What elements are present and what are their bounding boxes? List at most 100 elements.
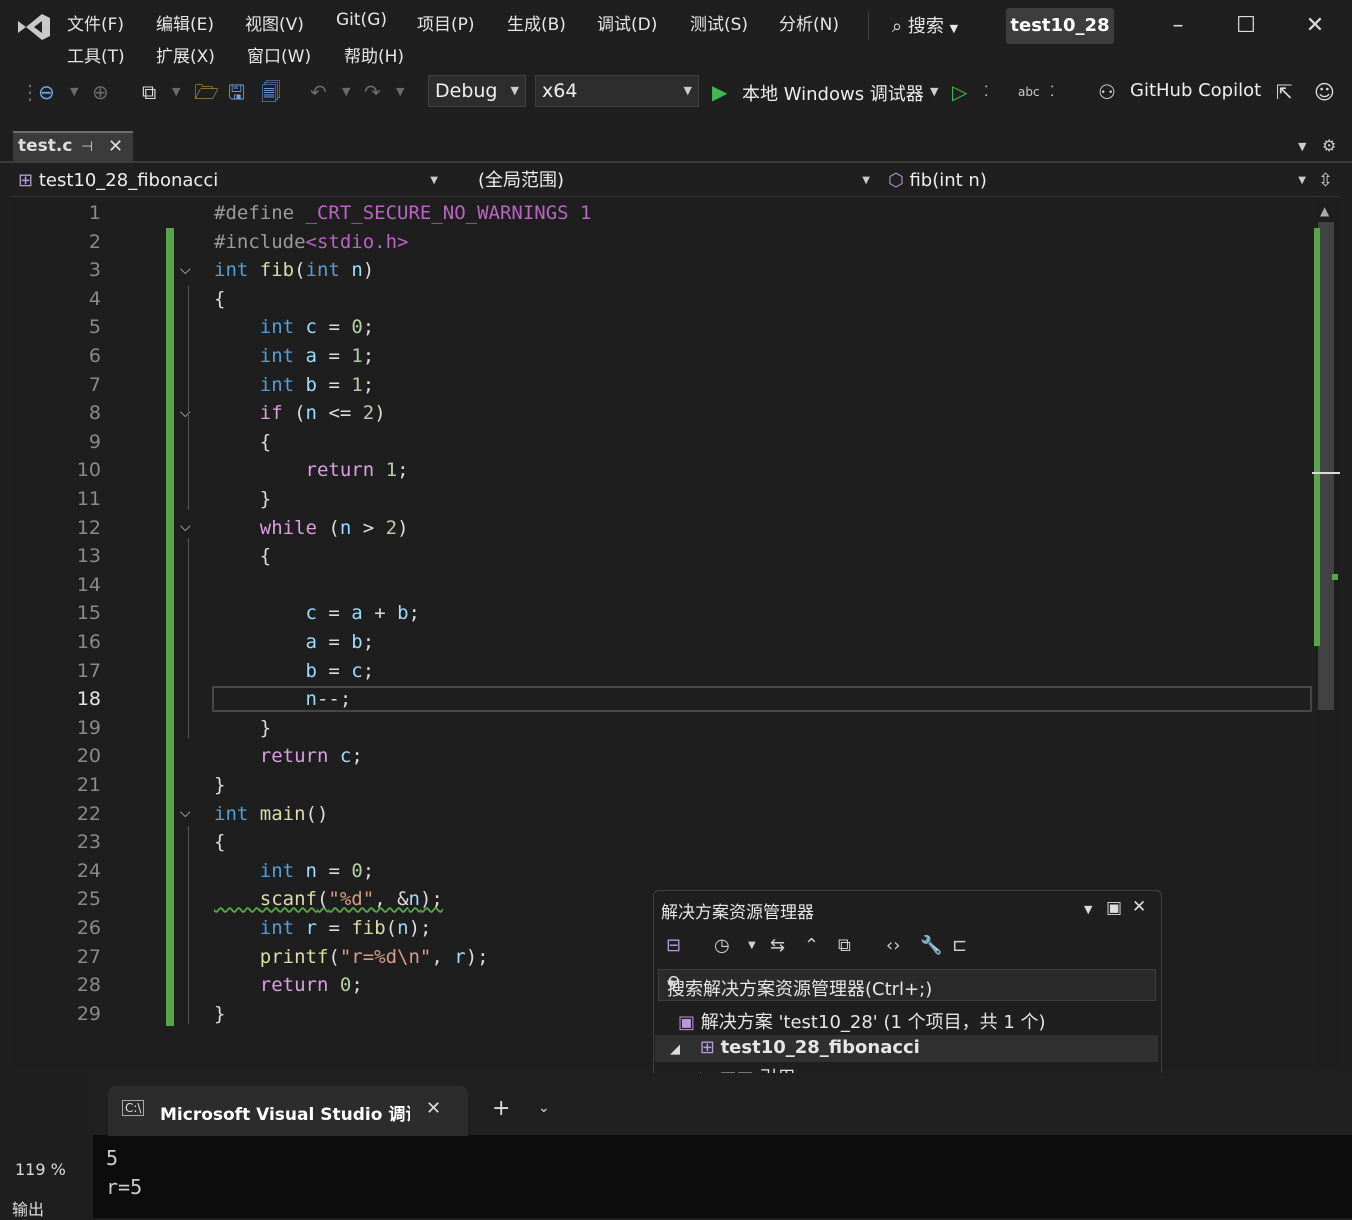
menu-file[interactable]: 文件(F): [67, 10, 124, 35]
chevron-down-icon[interactable]: ▼: [1298, 140, 1306, 153]
share-icon[interactable]: ⇱: [1276, 80, 1293, 104]
start-without-debugging-icon[interactable]: ▷: [952, 80, 967, 104]
project-tree-item[interactable]: ◢ ⊞ test10_28_fibonacci: [670, 1037, 920, 1058]
split-editor-icon[interactable]: ⇳: [1318, 170, 1333, 191]
chevron-down-icon[interactable]: ▼: [1084, 903, 1092, 916]
redo-icon[interactable]: ↷: [364, 80, 381, 104]
platform-dropdown[interactable]: x64 ▼: [535, 75, 699, 107]
properties-icon[interactable]: 🔧: [920, 935, 942, 956]
navigate-forward-icon[interactable]: ⊕: [92, 80, 109, 104]
view-code-icon[interactable]: ‹›: [886, 935, 900, 956]
solution-explorer-search-input[interactable]: 搜索解决方案资源管理器(Ctrl+;) ⚲ ▼: [658, 969, 1156, 1001]
fold-collapse-icon[interactable]: ⌵: [180, 805, 196, 821]
code-line[interactable]: return 1;: [214, 459, 409, 481]
code-line[interactable]: return 0;: [214, 974, 363, 996]
pin-icon[interactable]: ⊣: [81, 139, 93, 155]
open-folder-icon[interactable]: 🗁: [194, 80, 219, 104]
code-line[interactable]: int r = fib(n);: [214, 917, 432, 939]
chevron-down-icon[interactable]: ▼: [70, 80, 78, 104]
code-line[interactable]: printf("r=%d\n", r);: [214, 946, 489, 968]
menu-project[interactable]: 项目(P): [417, 10, 475, 35]
code-line[interactable]: }: [214, 774, 225, 796]
code-line[interactable]: b = c;: [214, 660, 375, 682]
code-line[interactable]: return c;: [214, 745, 363, 767]
chevron-down-icon[interactable]: ▼: [396, 80, 404, 104]
menu-window[interactable]: 窗口(W): [247, 42, 311, 67]
chevron-down-icon[interactable]: ▼: [930, 80, 938, 104]
code-line[interactable]: }: [214, 1003, 225, 1025]
menu-tools[interactable]: 工具(T): [67, 42, 125, 67]
sync-icon[interactable]: ⇆: [770, 935, 785, 956]
terminal-tab[interactable]: C:\ Microsoft Visual Studio 调试控 ✕: [108, 1086, 468, 1136]
menu-test[interactable]: 测试(S): [690, 10, 748, 35]
menu-git[interactable]: Git(G): [336, 10, 387, 30]
run-debugger-button[interactable]: 本地 Windows 调试器: [742, 80, 924, 106]
close-icon[interactable]: ✕: [108, 136, 123, 157]
close-icon[interactable]: ✕: [1132, 897, 1146, 917]
code-line[interactable]: {: [214, 431, 271, 453]
zoom-level-dropdown[interactable]: 119 %: [12, 1158, 92, 1184]
code-line[interactable]: #define _CRT_SECURE_NO_WARNINGS 1: [214, 202, 592, 224]
chevron-down-icon[interactable]: ▼: [667, 979, 1147, 990]
step-icon[interactable]: ⁚: [984, 80, 988, 104]
chevron-down-icon[interactable]: ⌄: [538, 1100, 550, 1116]
feedback-icon[interactable]: ☺: [1314, 80, 1335, 104]
references-tree-item[interactable]: ▷ □□ 引用: [700, 1064, 795, 1073]
code-line[interactable]: {: [214, 831, 225, 853]
copilot-icon[interactable]: ⚇: [1098, 80, 1116, 104]
fold-collapse-icon[interactable]: ⌵: [180, 519, 196, 535]
code-line[interactable]: int main(): [214, 803, 328, 825]
menu-debug[interactable]: 调试(D): [597, 10, 657, 35]
spell-check-icon[interactable]: abc: [1018, 80, 1040, 104]
gear-icon[interactable]: ⚙: [1322, 136, 1336, 155]
pending-changes-icon[interactable]: ◷: [714, 935, 730, 956]
show-all-files-icon[interactable]: ⧉: [838, 935, 851, 956]
navigate-back-icon[interactable]: ⊖: [38, 80, 55, 104]
code-line[interactable]: int c = 0;: [214, 316, 374, 338]
save-icon[interactable]: 🖫: [228, 80, 245, 104]
start-debugging-icon[interactable]: ▶: [712, 80, 727, 104]
menu-help[interactable]: 帮助(H): [344, 42, 404, 67]
collapse-all-icon[interactable]: ⌃: [804, 935, 819, 956]
search-button[interactable]: ⌕ 搜索 ▼: [892, 12, 958, 38]
save-all-icon[interactable]: 🗐: [261, 80, 281, 104]
code-line[interactable]: if (n <= 2): [214, 402, 386, 424]
undo-icon[interactable]: ↶: [310, 80, 327, 104]
code-line[interactable]: int fib(int n): [214, 259, 374, 281]
code-line[interactable]: }: [214, 717, 271, 739]
new-tab-icon[interactable]: +: [492, 1096, 510, 1121]
menu-analyze[interactable]: 分析(N): [779, 10, 839, 35]
close-icon[interactable]: ✕: [1303, 14, 1327, 38]
code-line[interactable]: int n = 0;: [214, 860, 374, 882]
scroll-up-icon[interactable]: ▲: [1320, 204, 1329, 218]
github-copilot-button[interactable]: GitHub Copilot: [1130, 80, 1261, 101]
output-tab[interactable]: 输出: [12, 1196, 44, 1220]
scrollbar-thumb[interactable]: [1318, 222, 1334, 710]
code-line[interactable]: a = b;: [214, 631, 375, 653]
code-line[interactable]: c = a + b;: [214, 602, 420, 624]
chevron-down-icon[interactable]: ▼: [748, 940, 756, 951]
code-line[interactable]: while (n > 2): [214, 517, 409, 539]
menu-view[interactable]: 视图(V): [245, 10, 304, 35]
code-line[interactable]: int b = 1;: [214, 374, 374, 396]
tab-test-c[interactable]: test.c ⊣ ✕: [13, 131, 133, 161]
project-dropdown[interactable]: ⊞ test10_28_fibonacci ▼: [18, 168, 442, 194]
maximize-icon[interactable]: ☐: [1234, 14, 1258, 38]
menu-edit[interactable]: 编辑(E): [156, 10, 214, 35]
code-line[interactable]: #include<stdio.h>: [214, 231, 408, 253]
configuration-dropdown[interactable]: Debug ▼: [428, 75, 526, 107]
switch-views-icon[interactable]: ⊟: [666, 935, 681, 956]
preview-icon[interactable]: ⊏: [952, 935, 967, 956]
code-line[interactable]: n--;: [214, 688, 352, 710]
scope-dropdown[interactable]: (全局范围) ▼: [478, 168, 874, 194]
code-line[interactable]: int a = 1;: [214, 345, 374, 367]
code-line[interactable]: {: [214, 545, 271, 567]
solution-tree-item[interactable]: ▣ 解决方案 'test10_28' (1 个项目，共 1 个): [678, 1008, 1046, 1034]
menu-build[interactable]: 生成(B): [507, 10, 566, 35]
code-line[interactable]: scanf("%d", &n);: [214, 888, 443, 910]
minimize-icon[interactable]: –: [1166, 14, 1190, 38]
overflow-icon[interactable]: ⁚: [1050, 80, 1054, 104]
fold-collapse-icon[interactable]: ⌵: [180, 262, 196, 278]
chevron-down-icon[interactable]: ▼: [172, 80, 180, 104]
close-icon[interactable]: ✕: [426, 1098, 441, 1119]
